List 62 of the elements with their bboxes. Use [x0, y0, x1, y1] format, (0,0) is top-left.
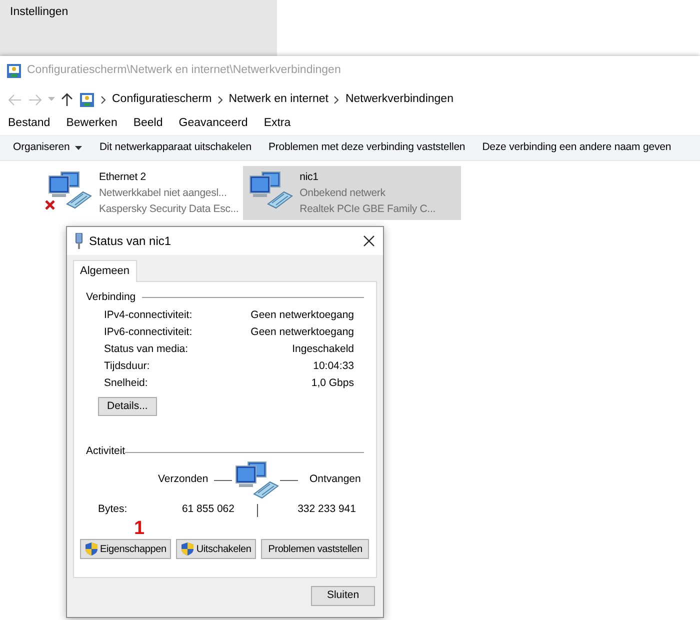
- field-value: Geen netwerktoegang: [250, 308, 354, 323]
- received-label: Ontvangen: [309, 472, 361, 488]
- connection-name: nic1: [300, 170, 320, 185]
- forward-icon[interactable]: [28, 94, 42, 106]
- error-x-icon: [45, 200, 55, 210]
- chevron-icon: [334, 96, 340, 104]
- field-label: IPv6-connectiviteit:: [104, 324, 192, 340]
- connection-status: Netwerkkabel niet aangesl...: [99, 186, 228, 201]
- connection-status: Onbekend netwerk: [300, 186, 386, 201]
- field-label: Tijdsduur:: [104, 358, 150, 374]
- toolbar-button[interactable]: Organiseren: [13, 140, 82, 156]
- menu-item[interactable]: Beeld: [133, 115, 163, 133]
- field-value: 1,0 Gbps: [311, 376, 354, 391]
- field-value: Geen netwerktoegang: [250, 324, 354, 340]
- field-label: IPv4-connectiviteit:: [104, 308, 192, 323]
- network-plug-icon: [75, 233, 83, 249]
- toolbar-button[interactable]: Problemen met deze verbinding vaststellen: [268, 140, 466, 156]
- tab[interactable]: Algemeen: [73, 260, 137, 282]
- chevron-icon: [218, 96, 223, 104]
- action-button[interactable]: Problemen vaststellen: [261, 539, 370, 559]
- breadcrumb-item[interactable]: Netwerk en internet: [228, 90, 328, 108]
- sent-label: Verzonden: [158, 472, 208, 488]
- field-label: Status van media:: [104, 342, 188, 357]
- connection-name: Ethernet 2: [99, 170, 147, 185]
- close-icon[interactable]: [363, 235, 375, 247]
- group-heading: Verbinding: [86, 290, 136, 304]
- bytes-label: Bytes:: [98, 502, 128, 518]
- field-value: Ingeschakeld: [292, 342, 354, 357]
- connection-item[interactable]: nic1 Onbekend netwerk Realtek PCIe GBE Family C...: [242, 166, 461, 220]
- menu-item[interactable]: Geavanceerd: [178, 115, 248, 133]
- dropdown-icon[interactable]: [48, 97, 55, 102]
- chevron-icon: [101, 96, 106, 104]
- shield-icon: [181, 542, 194, 556]
- annotation-number: 1: [134, 518, 145, 539]
- details-button[interactable]: Details...: [98, 397, 157, 416]
- byte-count: 332 233 941: [298, 503, 356, 516]
- group-heading: Activiteit: [86, 444, 126, 460]
- menu-item[interactable]: Bestand: [8, 115, 50, 133]
- adapter-name: Kaspersky Security Data Esc...: [99, 202, 239, 216]
- adapter-name: Realtek PCIe GBE Family C...: [300, 202, 436, 216]
- action-button[interactable]: Uitschakelen: [176, 539, 256, 559]
- field-value: 10:04:33: [313, 358, 354, 374]
- connection-item[interactable]: Ethernet 2 Netwerkkabel niet aangesl... Kaspersky Security Data Esc...: [42, 166, 243, 220]
- control-panel-icon: [6, 63, 22, 79]
- breadcrumb-item[interactable]: Configuratiescherm: [112, 90, 212, 108]
- shield-icon: [85, 542, 98, 556]
- menu-item[interactable]: Extra: [264, 115, 291, 133]
- action-button[interactable]: Eigenschappen: [80, 539, 172, 559]
- control-panel-icon: [79, 92, 95, 108]
- close-button[interactable]: Sluiten: [311, 586, 375, 606]
- breadcrumb-item[interactable]: Netwerkverbindingen: [345, 90, 454, 108]
- window-title: Instellingen: [10, 6, 68, 18]
- dialog-title: Status van nic1: [89, 233, 172, 250]
- toolbar-button[interactable]: Deze verbinding een andere naam geven: [482, 140, 672, 156]
- byte-count: 61 855 062: [182, 503, 234, 516]
- menu-item[interactable]: Bewerken: [66, 115, 118, 133]
- toolbar-button[interactable]: Dit netwerkapparaat uitschakelen: [99, 140, 252, 156]
- field-label: Snelheid:: [104, 376, 148, 391]
- up-icon[interactable]: [61, 93, 73, 106]
- window-title: Configuratiescherm\Netwerk en internet\Netwerkverbindingen: [27, 63, 341, 78]
- back-icon[interactable]: [8, 94, 22, 106]
- caret-icon: [75, 146, 82, 150]
